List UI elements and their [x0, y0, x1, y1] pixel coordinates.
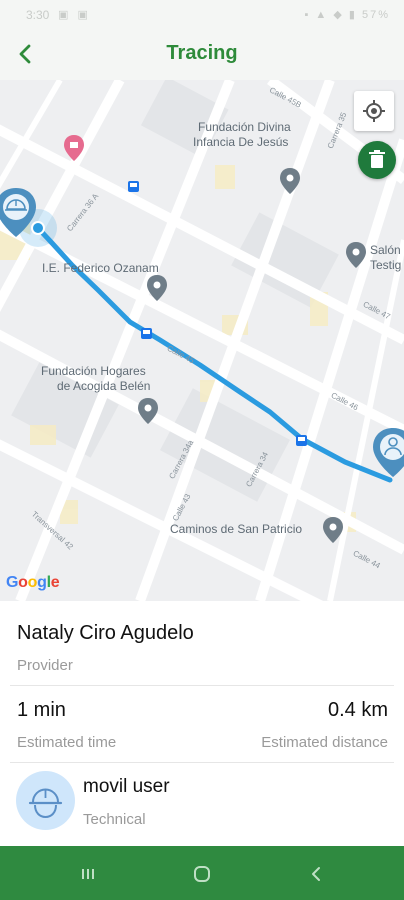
back-nav-button[interactable]: [302, 860, 330, 888]
user-pin-icon: [373, 428, 404, 477]
provider-role: Provider: [17, 657, 73, 674]
notification-icons: ▣ ▣: [58, 9, 91, 21]
status-time: 3:30: [26, 8, 50, 22]
place-label: Testig: [370, 258, 402, 272]
place-label: Fundación Divina: [198, 120, 291, 134]
map-view[interactable]: Fundación Divina Infancia De Jesús I.E. …: [0, 80, 404, 601]
back-button[interactable]: [12, 40, 40, 70]
my-location-icon: [363, 100, 385, 122]
estimated-time-value: 1 min: [17, 699, 66, 721]
my-location-button[interactable]: [354, 91, 394, 131]
hard-hat-worker-icon: [28, 788, 63, 819]
estimated-distance-value: 0.4 km: [327, 699, 388, 721]
back-icon: [312, 867, 320, 881]
place-label: Caminos de San Patricio: [170, 522, 303, 536]
avatar: [16, 771, 75, 830]
place-label: Fundación Hogares: [41, 364, 146, 378]
user-role: Technical: [83, 811, 146, 828]
estimated-time-label: Estimated time: [17, 734, 117, 751]
place-label: de Acogida Belén: [57, 379, 151, 393]
place-label: I.E. Federico Ozanam: [42, 261, 159, 275]
recents-icon: [82, 869, 94, 879]
estimated-distance-label: Estimated distance: [261, 734, 388, 751]
bus-stop-icon: [141, 328, 152, 339]
place-label: Salón: [370, 243, 401, 257]
system-icons: ▪ ▲ ◆ ▮ 57%: [304, 9, 390, 21]
system-nav-bar: [0, 846, 404, 900]
google-logo: Google: [6, 574, 60, 591]
home-button[interactable]: [188, 860, 216, 888]
home-icon: [194, 866, 210, 882]
status-bar: 3:30 ▣ ▣ ▪ ▲ ◆ ▮ 57%: [0, 0, 404, 30]
place-label: Infancia De Jesús: [193, 135, 289, 149]
bus-stop-icon: [128, 181, 139, 192]
provider-name: Nataly Ciro Agudelo: [17, 622, 194, 644]
divider: [10, 685, 394, 686]
recents-button[interactable]: [74, 860, 102, 888]
chevron-left-icon: [19, 44, 31, 64]
trash-icon: [369, 150, 385, 168]
divider: [10, 762, 394, 763]
page-title: Tracing: [166, 42, 238, 64]
delete-button[interactable]: [358, 141, 396, 179]
app-bar: Tracing: [0, 30, 404, 80]
user-name: movil user: [83, 776, 170, 797]
bus-stop-icon: [296, 435, 307, 446]
